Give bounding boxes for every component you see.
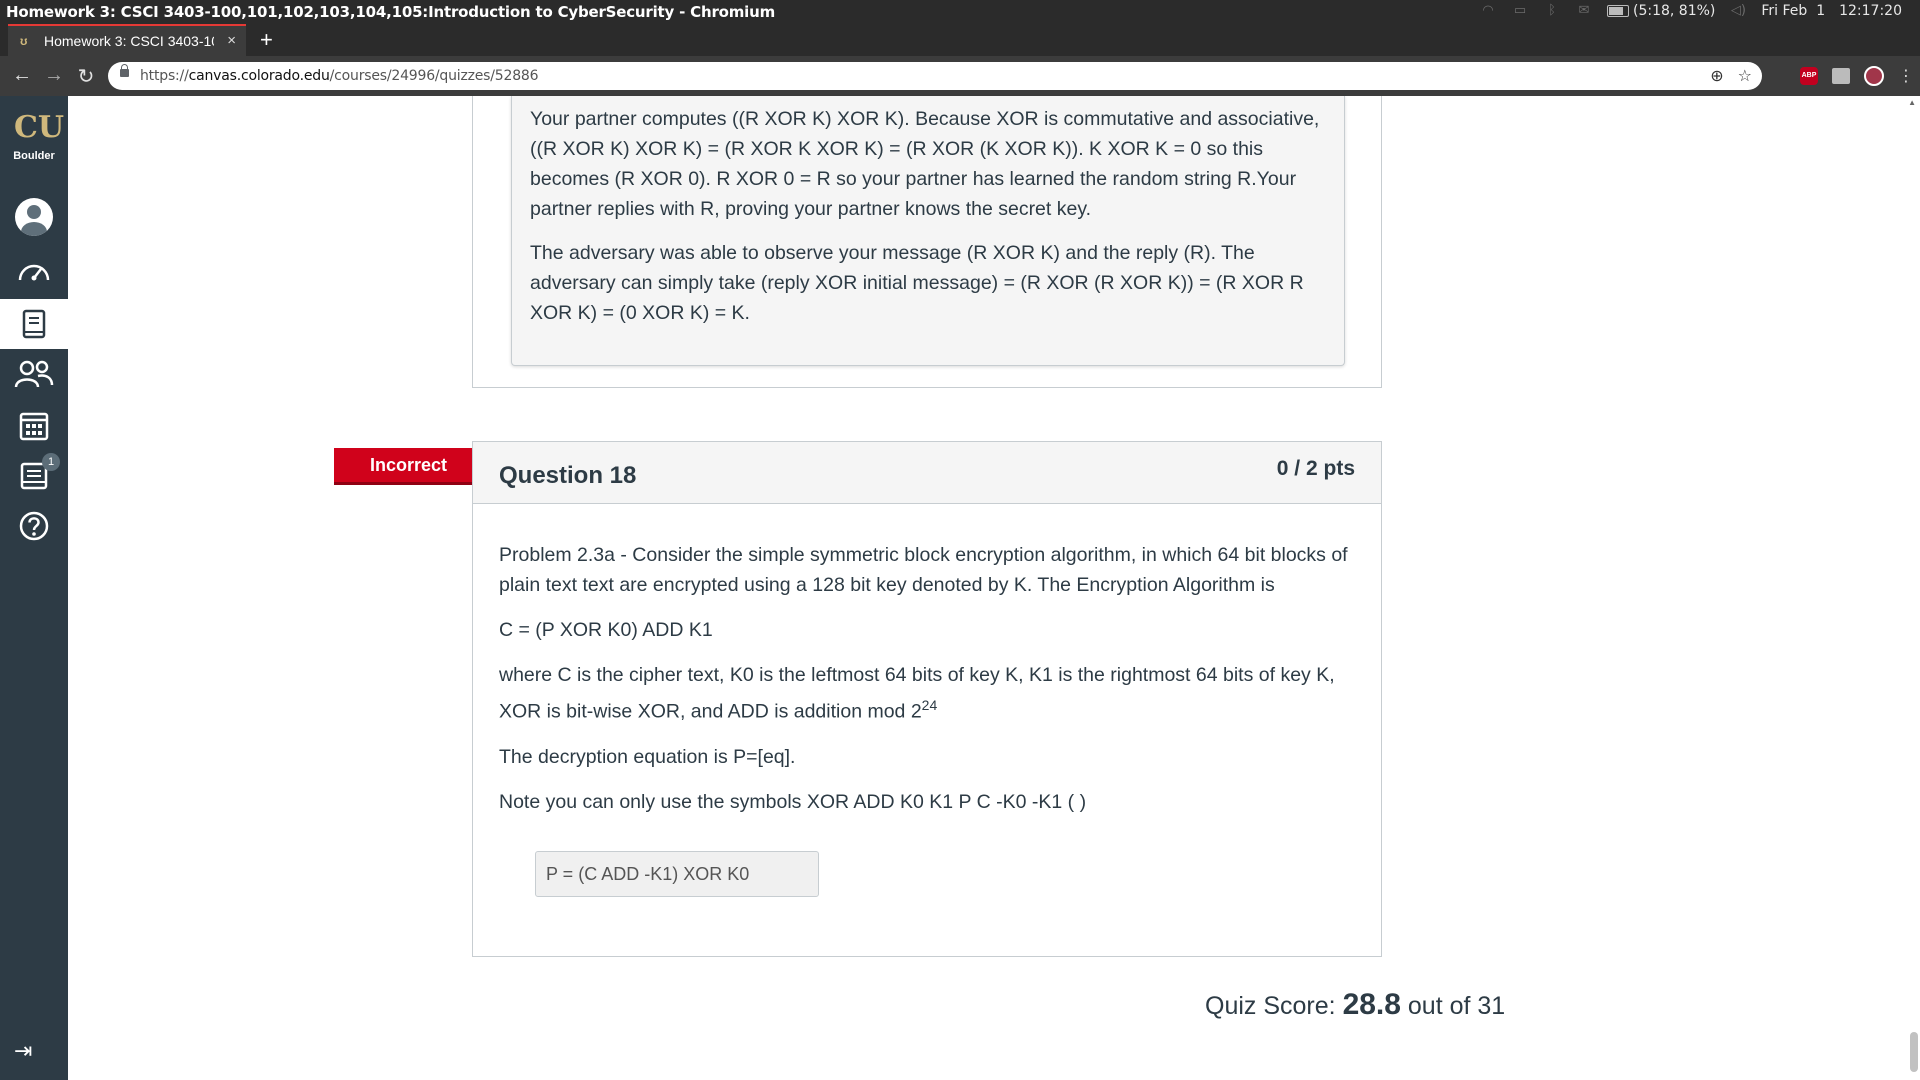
- question-paragraph-3: where C is the cipher text, K0 is the le…: [499, 660, 1369, 727]
- battery-icon: [1606, 5, 1629, 17]
- previous-question: Your partner computes ((R XOR K) XOR K).…: [472, 96, 1382, 388]
- question-paragraph-1: Problem 2.3a - Consider the simple symme…: [499, 544, 1348, 596]
- url-scheme: https://: [140, 68, 189, 84]
- scroll-up-arrow-icon[interactable]: ▲: [1908, 98, 1916, 107]
- dashboard-gauge-icon: [18, 264, 50, 281]
- question-paragraph-3-text: where C is the cipher text, K0 is the le…: [499, 664, 1335, 723]
- quiz-score: Quiz Score: 28.8 out of 31: [1205, 988, 1505, 1022]
- cu-favicon-icon: ʊ: [20, 34, 28, 48]
- back-arrow-icon[interactable]: ←: [10, 64, 34, 87]
- lock-icon[interactable]: [120, 64, 129, 77]
- extension-icon[interactable]: [1832, 68, 1850, 84]
- question-18: Question 18 0 / 2 pts Problem 2.3a - Con…: [472, 441, 1382, 957]
- omnibox-actions: ⊕ ☆: [1710, 66, 1752, 86]
- bookmark-star-icon[interactable]: ☆: [1738, 66, 1752, 86]
- url-host: canvas.colorado.edu: [188, 68, 330, 84]
- nav-groups[interactable]: [0, 349, 68, 399]
- comment-paragraph-1: Your partner computes ((R XOR K) XOR K).…: [530, 108, 1320, 220]
- nav-inbox[interactable]: 1: [0, 451, 68, 501]
- url-text[interactable]: https://canvas.colorado.edu/courses/2499…: [140, 68, 539, 84]
- wifi-icon[interactable]: ◠: [1479, 4, 1497, 18]
- new-tab-button[interactable]: +: [260, 27, 273, 53]
- help-question-icon: [19, 511, 49, 541]
- account-avatar-icon: [15, 198, 53, 236]
- mail-icon[interactable]: ✉: [1575, 4, 1593, 18]
- main-content: Your partner computes ((R XOR K) XOR K).…: [68, 96, 1906, 1080]
- question-paragraph-4: The decryption equation is P=[eq].: [499, 745, 796, 768]
- battery-text: (5:18, 81%): [1632, 3, 1716, 19]
- cu-logo-icon: CU: [14, 110, 65, 145]
- volume-icon[interactable]: ◁): [1729, 4, 1747, 18]
- quiz-score-label: Quiz Score:: [1205, 992, 1336, 1020]
- nav-dashboard[interactable]: [0, 246, 68, 296]
- browser-toolbar: ← → ↻ https://canvas.colorado.edu/course…: [0, 56, 1920, 96]
- question-points: 0 / 2 pts: [1276, 457, 1355, 480]
- calendar-icon: [19, 412, 49, 441]
- page-scrollbar[interactable]: ▲: [1906, 96, 1920, 1080]
- question-paragraph-5: Note you can only use the symbols XOR AD…: [499, 790, 1087, 813]
- battery-status[interactable]: (5:18, 81%): [1606, 3, 1716, 19]
- answer-comment: Your partner computes ((R XOR K) XOR K).…: [511, 96, 1345, 366]
- logo-text: Boulder: [13, 150, 55, 162]
- quiz-score-value: 28.8: [1342, 988, 1401, 1021]
- extension-area: ABP ⋮: [1800, 66, 1914, 86]
- bluetooth-icon[interactable]: ᛒ: [1543, 4, 1561, 18]
- question-text: Problem 2.3a - Consider the simple symme…: [499, 540, 1369, 832]
- clock-time[interactable]: 12:17:20: [1839, 3, 1902, 19]
- quiz-score-total: out of 31: [1407, 992, 1506, 1020]
- forward-arrow-icon[interactable]: →: [42, 64, 66, 87]
- incorrect-flag: Incorrect: [334, 448, 492, 485]
- zoom-icon[interactable]: ⊕: [1710, 66, 1723, 86]
- courses-book-icon: [22, 309, 46, 339]
- chrome-menu-icon[interactable]: ⋮: [1898, 66, 1914, 86]
- system-tray: ◠ ▭ ᛒ ✉ (5:18, 81%) ◁) Fri Feb 1 12:17:2…: [1479, 3, 1902, 19]
- nav-courses[interactable]: [0, 299, 68, 349]
- inbox-badge: 1: [42, 453, 60, 471]
- cu-boulder-logo[interactable]: CU Boulder: [0, 110, 68, 162]
- reload-icon[interactable]: ↻: [74, 64, 98, 89]
- nav-account[interactable]: [0, 192, 68, 242]
- adblock-plus-icon[interactable]: ABP: [1800, 67, 1818, 85]
- tab-title: Homework 3: CSCI 3403-100,101,102,103,10…: [44, 33, 214, 49]
- question-title: Question 18: [499, 462, 637, 489]
- collapse-nav-icon[interactable]: ⇥: [14, 1038, 32, 1064]
- groups-people-icon: [14, 360, 54, 388]
- global-navigation: CU Boulder 1 ⇥: [0, 96, 68, 1080]
- clock-date[interactable]: Fri Feb 1: [1761, 3, 1825, 19]
- browser-tab[interactable]: ʊ Homework 3: CSCI 3403-100,101,102,103,…: [8, 24, 246, 56]
- question-header: Question 18 0 / 2 pts: [473, 442, 1381, 504]
- comment-paragraph-2: The adversary was able to observe your m…: [530, 242, 1304, 324]
- nav-help[interactable]: [0, 501, 68, 551]
- profile-avatar-icon[interactable]: [1864, 66, 1884, 86]
- tab-strip: ʊ Homework 3: CSCI 3403-100,101,102,103,…: [0, 24, 1920, 56]
- answer-field[interactable]: P = (C ADD -K1) XOR K0: [535, 851, 819, 897]
- nav-calendar[interactable]: [0, 400, 68, 450]
- url-path: /courses/24996/quizzes/52886: [329, 68, 539, 84]
- address-bar[interactable]: https://canvas.colorado.edu/courses/2499…: [108, 62, 1762, 90]
- os-top-bar: Homework 3: CSCI 3403-100,101,102,103,10…: [0, 0, 1920, 24]
- window-title: Homework 3: CSCI 3403-100,101,102,103,10…: [6, 3, 776, 21]
- close-tab-icon[interactable]: ×: [227, 32, 236, 49]
- exponent: 24: [921, 697, 938, 713]
- question-paragraph-2: C = (P XOR K0) ADD K1: [499, 619, 713, 641]
- scroll-thumb[interactable]: [1910, 1032, 1918, 1072]
- keyboard-icon[interactable]: ▭: [1511, 4, 1529, 18]
